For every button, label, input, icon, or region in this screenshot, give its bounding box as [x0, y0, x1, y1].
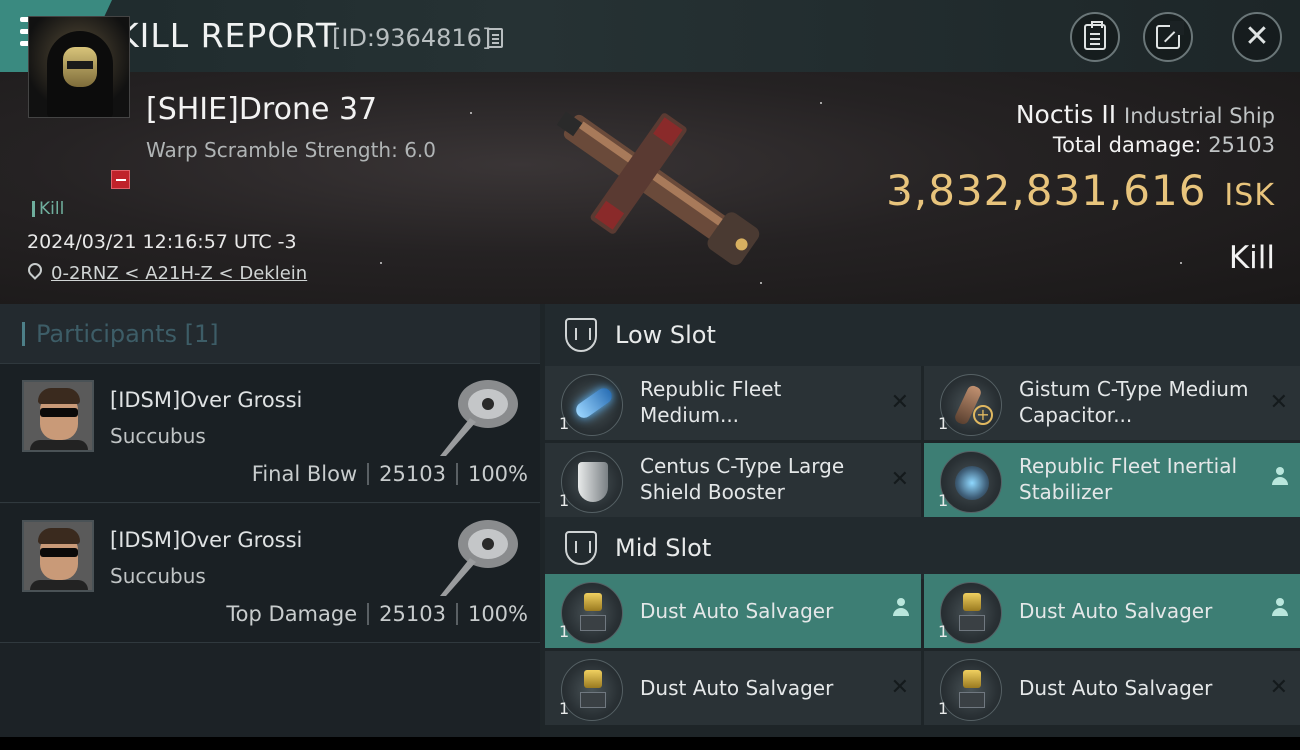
participants-count: [1] [184, 320, 219, 348]
module-item[interactable]: 1 Republic Fleet Medium... ✕ [545, 366, 921, 440]
close-button[interactable]: ✕ [1232, 12, 1282, 62]
participant-ship: Succubus [110, 424, 206, 448]
module-item[interactable]: 1 Dust Auto Salvager ✕ [545, 651, 921, 725]
participant-ship: Succubus [110, 564, 206, 588]
ship-type: Noctis II [1015, 100, 1117, 129]
mid-slot-title: Mid Slot [615, 534, 712, 562]
module-icon [940, 659, 1002, 721]
participant-damage: 25103 [379, 602, 446, 626]
participant-role: Top Damage [226, 602, 358, 626]
mid-slot-header: Mid Slot [545, 517, 1300, 579]
slot-shield-icon [565, 318, 597, 352]
participant-ship-icon [440, 520, 518, 596]
low-slot-title: Low Slot [615, 321, 716, 349]
kill-tag: Kill [32, 201, 64, 218]
module-quantity: 1 [559, 414, 570, 433]
module-item[interactable]: 1 Dust Auto Salvager [545, 574, 921, 648]
module-quantity: 1 [559, 491, 570, 510]
participant-percent: 100% [467, 462, 528, 486]
copy-icon[interactable] [487, 28, 503, 48]
module-quantity: 1 [559, 699, 570, 718]
module-name: Centus C-Type Large Shield Booster [640, 454, 845, 504]
module-quantity: 1 [559, 622, 570, 641]
module-icon [940, 451, 1002, 513]
module-name: Republic Fleet Inertial Stabilizer [1019, 454, 1238, 504]
close-icon: ✕ [1244, 19, 1270, 54]
isk-amount: 3,832,831,616 [886, 166, 1207, 215]
module-icon [561, 659, 623, 721]
module-icon: + [940, 374, 1002, 436]
participants-header: Participants [1] [0, 304, 540, 364]
victim-name[interactable]: [SHIE]Drone 37 [146, 92, 377, 127]
result-label: Kill [1228, 240, 1275, 276]
victim-portrait[interactable] [28, 16, 130, 118]
ship-name[interactable]: Noctis II Industrial Ship [1016, 100, 1275, 129]
x-icon: ✕ [1269, 390, 1288, 415]
ship-class: Industrial Ship [1124, 104, 1275, 128]
loss-badge [111, 170, 130, 189]
x-icon: ✕ [890, 390, 909, 415]
module-name: Republic Fleet Medium... [640, 377, 782, 427]
x-icon: ✕ [890, 675, 909, 700]
share-icon [1156, 21, 1184, 49]
participants-title: Participants [1] [22, 322, 219, 346]
module-quantity: 1 [938, 491, 949, 510]
top-bar: KILL REPORT [ID:9364816] ✕ [0, 0, 1300, 72]
participant-portrait[interactable] [22, 380, 94, 452]
x-icon: ✕ [890, 467, 909, 492]
module-item[interactable]: 1 Republic Fleet Inertial Stabilizer [924, 443, 1300, 517]
module-item[interactable]: 1 Dust Auto Salvager ✕ [924, 651, 1300, 725]
module-name: Dust Auto Salvager [640, 599, 834, 623]
participant-row[interactable]: [IDSM]Over Grossi Succubus Top Damage 251… [0, 504, 540, 643]
share-button[interactable] [1143, 12, 1193, 62]
module-item[interactable]: 1 Centus C-Type Large Shield Booster ✕ [545, 443, 921, 517]
location-link[interactable]: 0-2RNZ < A21H-Z < Deklein [51, 263, 307, 284]
total-damage-value: 25103 [1208, 133, 1275, 157]
warp-scramble-strength: Warp Scramble Strength: 6.0 [146, 138, 437, 162]
module-name: Dust Auto Salvager [1019, 676, 1213, 700]
module-quantity: 1 [938, 414, 949, 433]
participant-role: Final Blow [251, 462, 358, 486]
low-slot-header: Low Slot [545, 304, 1300, 366]
x-icon: ✕ [1269, 675, 1288, 700]
kill-date: 2024/03/21 12:16:57 UTC -3 [27, 231, 297, 253]
participant-portrait[interactable] [22, 520, 94, 592]
clipboard-button[interactable] [1070, 12, 1120, 62]
module-item[interactable]: 1 Dust Auto Salvager [924, 574, 1300, 648]
bottom-edge [0, 737, 1300, 750]
person-icon [893, 598, 909, 624]
module-item[interactable]: + 1 Gistum C-Type Medium Capacitor... ✕ [924, 366, 1300, 440]
participant-row[interactable]: [IDSM]Over Grossi Succubus Final Blow 251… [0, 364, 540, 503]
module-quantity: 1 [938, 699, 949, 718]
participant-name: [IDSM]Over Grossi [110, 388, 303, 412]
participant-percent: 100% [467, 602, 528, 626]
total-damage-label: Total damage: [1052, 133, 1202, 157]
slot-shield-icon [565, 531, 597, 565]
ship-image [556, 111, 760, 266]
module-icon [561, 374, 623, 436]
isk-value: 3,832,831,616 ISK [886, 166, 1275, 215]
page-title: KILL REPORT [117, 16, 337, 55]
participant-name: [IDSM]Over Grossi [110, 528, 303, 552]
report-id: [ID:9364816] [332, 24, 492, 52]
total-damage: Total damage: 25103 [1053, 133, 1275, 157]
participant-stats: Final Blow 25103 100% [252, 462, 528, 486]
module-icon [561, 582, 623, 644]
module-icon [940, 582, 1002, 644]
person-icon [1272, 467, 1288, 493]
isk-unit: ISK [1224, 178, 1275, 213]
person-icon [1272, 598, 1288, 624]
participant-ship-icon [440, 380, 518, 456]
participant-stats: Top Damage 25103 100% [226, 602, 528, 626]
module-quantity: 1 [938, 622, 949, 641]
module-name: Dust Auto Salvager [640, 676, 834, 700]
module-icon [561, 451, 623, 513]
clipboard-icon [1084, 21, 1106, 50]
participants-panel: Participants [1] [IDSM]Over Grossi Succu… [0, 304, 540, 750]
fittings-panel: Low Slot 1 Republic Fleet Medium... ✕ + … [540, 304, 1300, 750]
module-name: Dust Auto Salvager [1019, 599, 1213, 623]
participant-damage: 25103 [379, 462, 446, 486]
module-name: Gistum C-Type Medium Capacitor... [1019, 377, 1249, 427]
